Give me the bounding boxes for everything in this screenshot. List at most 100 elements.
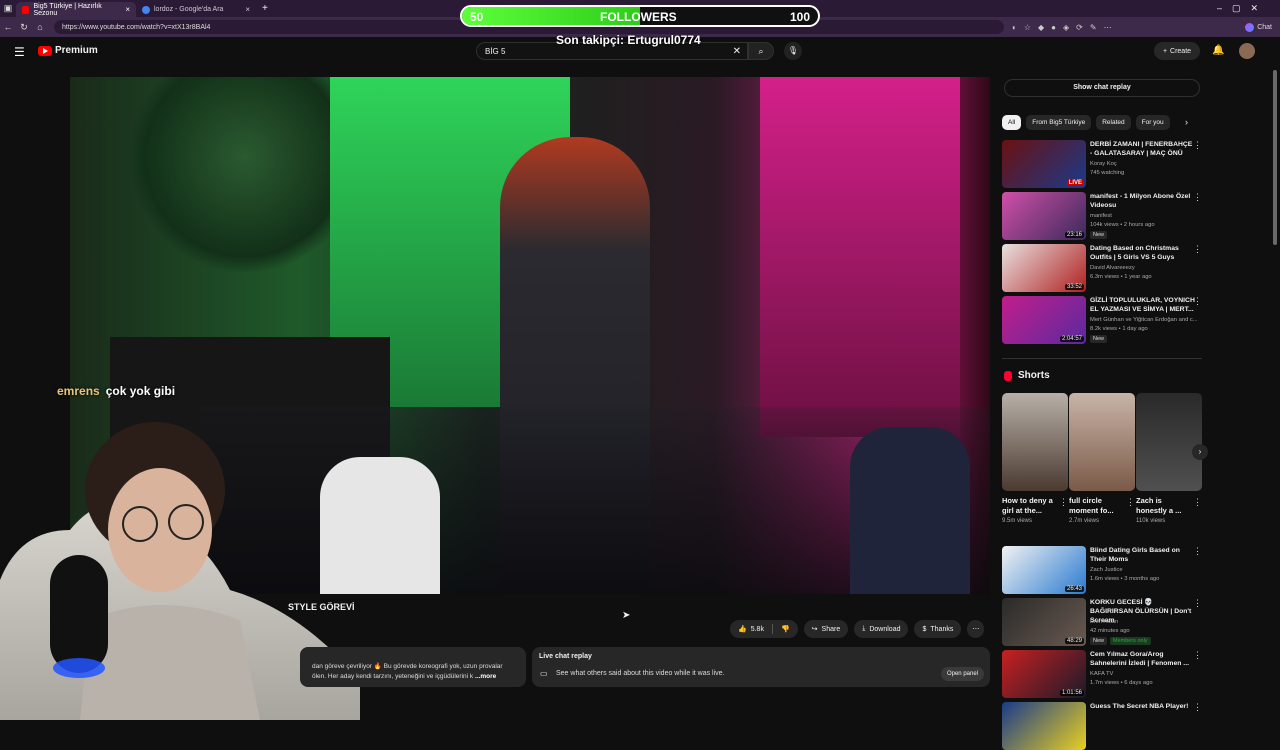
more-actions-button[interactable]: ⋯ bbox=[967, 620, 985, 638]
more-options-icon[interactable]: ⋮ bbox=[1193, 192, 1202, 203]
video-thumbnail[interactable]: 26:43 bbox=[1002, 546, 1086, 594]
video-duration: 2:04:57 bbox=[1059, 336, 1084, 342]
more-options-icon[interactable]: ⋮ bbox=[1193, 650, 1202, 661]
filter-chips: All From Big5 Türkiye Related For you bbox=[1002, 115, 1170, 130]
short-title[interactable]: full circle moment fo... bbox=[1069, 496, 1125, 516]
channel-name[interactable]: KAFA TV bbox=[1090, 670, 1198, 678]
tab-inactive[interactable]: lordoz - Google'da Ara × bbox=[136, 2, 256, 17]
chip-for-you[interactable]: For you bbox=[1135, 115, 1170, 130]
recommended-title[interactable]: manifest - 1 Milyon Abone Özel Videosu bbox=[1090, 192, 1196, 210]
recommended-video[interactable]: Guess The Secret NBA Player! ⋮ bbox=[1002, 702, 1202, 750]
window-menu-icon[interactable]: ▣ bbox=[0, 3, 16, 14]
video-thumbnail[interactable]: 33:52 bbox=[1002, 244, 1086, 292]
notifications-bell-icon[interactable]: 🔔 bbox=[1212, 45, 1224, 56]
video-thumbnail[interactable] bbox=[1002, 702, 1086, 750]
new-tab-button[interactable]: + bbox=[262, 3, 268, 14]
share-button[interactable]: ↪ Share bbox=[803, 620, 849, 638]
video-duration: 33:52 bbox=[1064, 284, 1084, 290]
thumbs-down-icon[interactable]: 👎 bbox=[781, 625, 790, 633]
extension-icon: ☆ bbox=[1023, 22, 1032, 32]
chip-related[interactable]: Related bbox=[1096, 115, 1131, 130]
more-options-icon[interactable]: ⋮ bbox=[1193, 497, 1202, 508]
short-thumbnail[interactable] bbox=[1069, 393, 1135, 491]
channel-name[interactable]: manifest bbox=[1090, 212, 1198, 220]
recommended-title[interactable]: Cem Yılmaz Gora/Arog Sahnelerini İzledi … bbox=[1090, 650, 1196, 668]
followers-current: 50 bbox=[470, 10, 484, 24]
recommended-video[interactable]: LIVE DERBİ ZAMANI | FENERBAHÇE - GALATAS… bbox=[1002, 140, 1202, 188]
show-more-link[interactable]: ...more bbox=[475, 673, 496, 680]
channel-name[interactable]: Eren Aktan bbox=[1090, 618, 1198, 626]
recommended-video[interactable]: 1:01:56 Cem Yılmaz Gora/Arog Sahnelerini… bbox=[1002, 650, 1202, 698]
channel-name[interactable]: David Alvareeezy bbox=[1090, 264, 1198, 272]
account-avatar[interactable] bbox=[1239, 43, 1255, 59]
short-thumbnail[interactable] bbox=[1002, 393, 1068, 491]
video-meta: 6.3m views • 1 year ago bbox=[1090, 274, 1152, 280]
channel-name[interactable]: Mert Günhan ve Yiğitcan Erdoğan and c... bbox=[1090, 316, 1198, 324]
short-thumbnail[interactable] bbox=[1136, 393, 1202, 491]
video-thumbnail[interactable]: 48:29 bbox=[1002, 598, 1086, 646]
short-item[interactable]: Zach is honestly a ... 110k views ⋮ bbox=[1136, 393, 1202, 524]
chat-button[interactable]: Chat bbox=[1245, 22, 1272, 32]
more-options-icon[interactable]: ⋮ bbox=[1193, 140, 1202, 151]
like-button[interactable]: 👍 5.8k 👎 bbox=[730, 620, 798, 638]
video-meta: 745 watching bbox=[1090, 170, 1125, 176]
download-button[interactable]: ⤓ Download bbox=[854, 620, 909, 638]
video-thumbnail[interactable]: LIVE bbox=[1002, 140, 1086, 188]
create-button[interactable]: + Create bbox=[1154, 42, 1200, 60]
search-button[interactable]: ⌕ bbox=[748, 42, 774, 60]
close-tab-icon[interactable]: × bbox=[245, 5, 250, 14]
recommended-title[interactable]: Blind Dating Girls Based on Their Moms bbox=[1090, 546, 1196, 564]
short-views: 2.7m views bbox=[1069, 518, 1100, 524]
shorts-next-button[interactable]: › bbox=[1192, 444, 1208, 460]
short-item[interactable]: How to deny a girl at the... 9.5m views … bbox=[1002, 393, 1068, 524]
recommended-video[interactable]: 26:43 Blind Dating Girls Based on Their … bbox=[1002, 546, 1202, 594]
brand-label: Premium bbox=[55, 45, 98, 56]
video-thumbnail[interactable]: 23:16 bbox=[1002, 192, 1086, 240]
shorts-icon bbox=[1004, 370, 1012, 381]
video-duration: 1:01:56 bbox=[1059, 690, 1084, 696]
more-options-icon[interactable]: ⋮ bbox=[1126, 497, 1135, 508]
more-options-icon[interactable]: ⋮ bbox=[1193, 244, 1202, 255]
recommended-title[interactable]: Guess The Secret NBA Player! bbox=[1090, 702, 1196, 711]
chip-all[interactable]: All bbox=[1002, 115, 1022, 130]
thanks-button[interactable]: $ Thanks bbox=[914, 620, 962, 638]
close-tab-icon[interactable]: × bbox=[125, 5, 130, 14]
short-item[interactable]: full circle moment fo... 2.7m views ⋮ bbox=[1069, 393, 1135, 524]
recommended-title[interactable]: DERBİ ZAMANI | FENERBAHÇE - GALATASARAY … bbox=[1090, 140, 1196, 158]
video-badges: New bbox=[1090, 230, 1198, 239]
voice-search-button[interactable]: 🎙 bbox=[784, 42, 802, 60]
back-icon[interactable]: ← bbox=[0, 22, 16, 32]
channel-name[interactable]: Zach Justice bbox=[1090, 566, 1198, 574]
page-scrollbar[interactable] bbox=[1273, 70, 1277, 245]
recommended-video[interactable]: 48:29 KORKU GECESİ 💀 BAĞIRIRSAN ÖLÜRSÜN … bbox=[1002, 598, 1202, 646]
more-options-icon[interactable]: ⋮ bbox=[1193, 546, 1202, 557]
video-description[interactable]: dan göreve çevriliyor 🔥 Bu görevde koreo… bbox=[300, 647, 526, 687]
clear-search-icon[interactable]: ✕ bbox=[733, 46, 741, 57]
chevron-right-icon[interactable]: › bbox=[1185, 117, 1188, 127]
home-icon[interactable]: ⌂ bbox=[32, 22, 48, 32]
window-controls[interactable]: –▢✕ bbox=[1217, 3, 1268, 14]
reload-icon[interactable]: ↻ bbox=[16, 22, 32, 33]
more-options-icon[interactable]: ⋮ bbox=[1193, 598, 1202, 609]
open-panel-button[interactable]: Open panel bbox=[940, 667, 984, 681]
menu-icon[interactable]: ☰ bbox=[14, 45, 25, 59]
recommended-title[interactable]: Dating Based on Christmas Outfits | 5 Gi… bbox=[1090, 244, 1196, 262]
show-chat-replay-button[interactable]: Show chat replay bbox=[1004, 79, 1200, 97]
recommended-video[interactable]: 33:52 Dating Based on Christmas Outfits … bbox=[1002, 244, 1202, 292]
tab-active[interactable]: Big5 Türkiye | Hazırlık Sezonu × bbox=[16, 2, 136, 17]
more-options-icon[interactable]: ⋮ bbox=[1193, 296, 1202, 307]
extension-icons[interactable]: ◐ ☆ ◆ ● ◈ ⟳ ✎ ⋯ bbox=[1012, 23, 1112, 32]
more-options-icon[interactable]: ⋮ bbox=[1059, 497, 1068, 508]
channel-name[interactable]: Koray Koç bbox=[1090, 160, 1198, 168]
recommended-title[interactable]: GİZLİ TOPLULUKLAR, VOYNICH EL YAZMASI VE… bbox=[1090, 296, 1196, 314]
video-thumbnail[interactable]: 2:04:57 bbox=[1002, 296, 1086, 344]
like-count: 5.8k bbox=[750, 625, 764, 633]
short-title[interactable]: How to deny a girl at the... bbox=[1002, 496, 1058, 516]
video-thumbnail[interactable]: 1:01:56 bbox=[1002, 650, 1086, 698]
chip-from-channel[interactable]: From Big5 Türkiye bbox=[1026, 115, 1092, 130]
more-options-icon[interactable]: ⋮ bbox=[1193, 702, 1202, 713]
recommended-video[interactable]: 2:04:57 GİZLİ TOPLULUKLAR, VOYNICH EL YA… bbox=[1002, 296, 1202, 344]
short-title[interactable]: Zach is honestly a ... bbox=[1136, 496, 1192, 516]
recommended-video[interactable]: 23:16 manifest - 1 Milyon Abone Özel Vid… bbox=[1002, 192, 1202, 240]
youtube-logo[interactable]: Premium bbox=[38, 45, 98, 56]
